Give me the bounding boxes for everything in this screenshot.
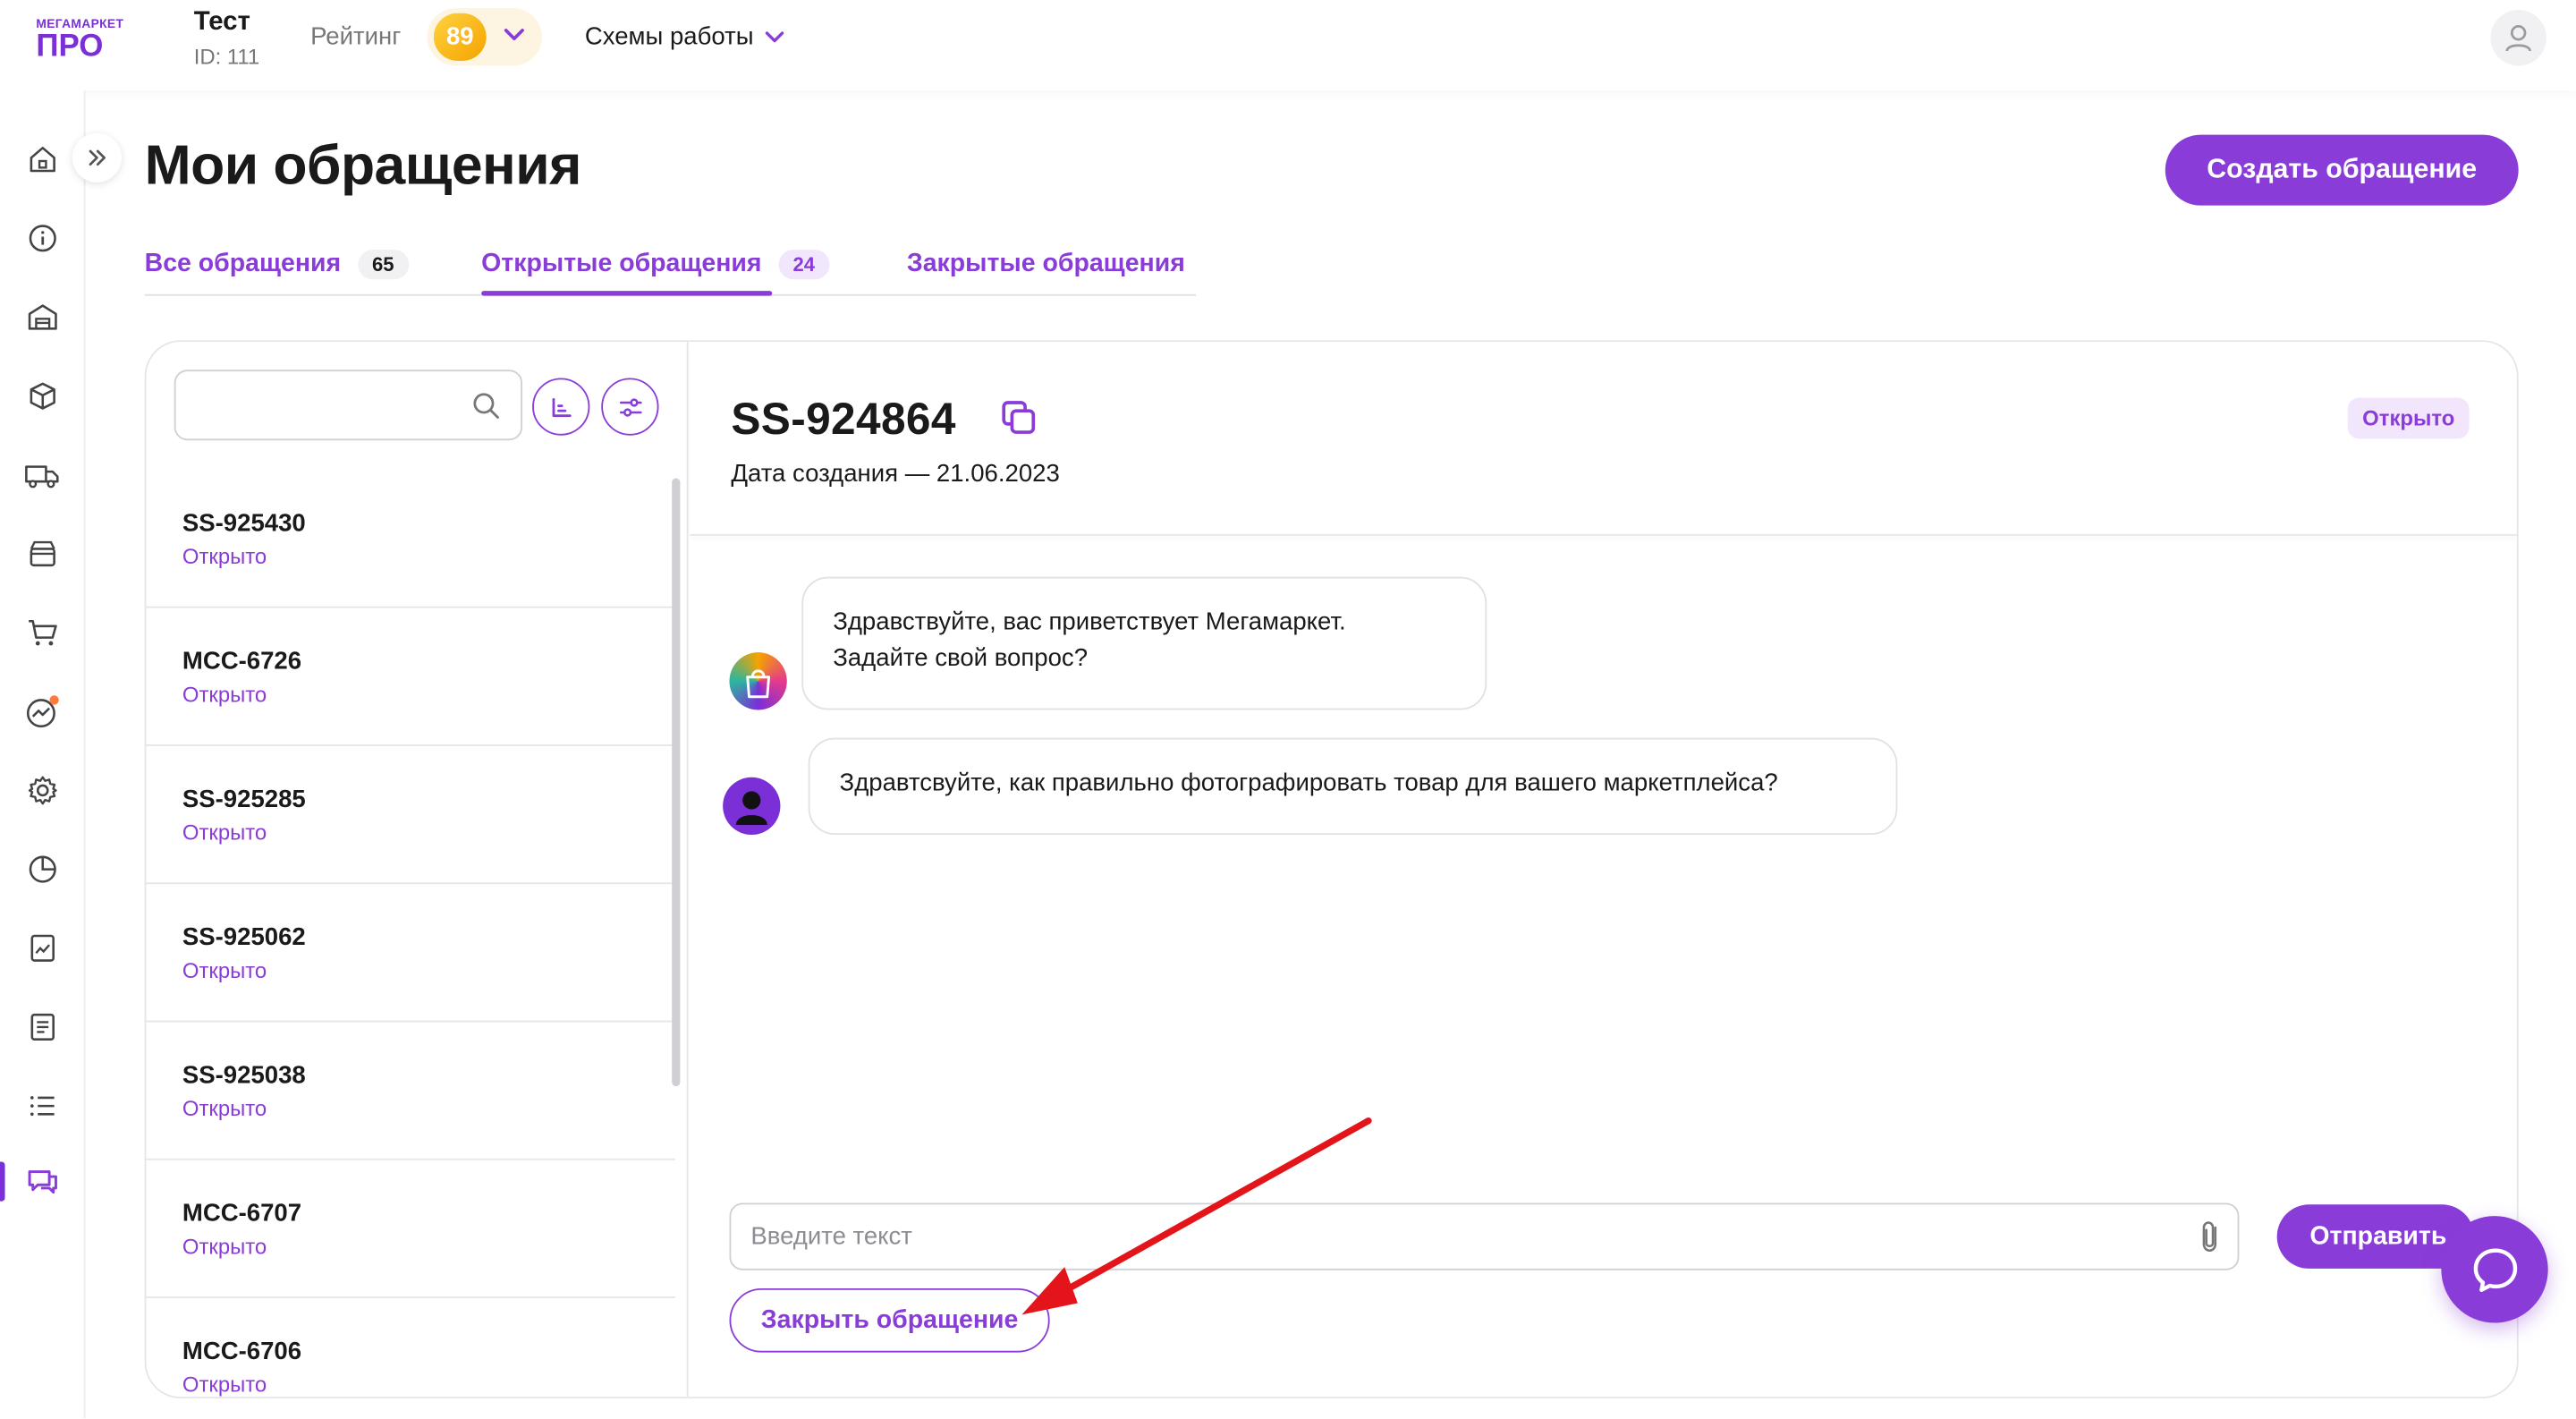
- ticket-id: MCC-6726: [182, 647, 302, 676]
- search-icon[interactable]: [471, 391, 501, 421]
- logo-big-text: ПРО: [36, 30, 104, 64]
- chevron-down-icon: [504, 29, 524, 40]
- sort-button[interactable]: [532, 378, 590, 436]
- user-avatar: [723, 777, 781, 836]
- search-box[interactable]: [174, 370, 523, 441]
- ticket-list-item[interactable]: MCC-6726 Открыто: [146, 608, 675, 746]
- chevron-down-icon: [765, 31, 784, 43]
- rating-dropdown[interactable]: 89: [427, 8, 543, 66]
- list-icon[interactable]: [23, 1086, 63, 1126]
- ticket-status: Открыто: [182, 543, 267, 569]
- tab-label: Все обращения: [144, 250, 342, 278]
- message-text: Здравтсвуйте, как правильно фотографиров…: [839, 769, 1778, 797]
- tab-open[interactable]: Открытые обращения 24: [481, 250, 830, 280]
- info-icon[interactable]: [23, 218, 63, 258]
- user-icon: [2505, 25, 2531, 52]
- sidebar-active-indicator: [0, 1161, 5, 1202]
- copy-icon[interactable]: [999, 397, 1038, 437]
- top-header: МЕГАМАРКЕТ ПРО Тест ID: 111 Рейтинг 89 С…: [0, 0, 2576, 91]
- user-id: ID: 111: [193, 44, 260, 70]
- ticket-id: SS-925038: [182, 1061, 306, 1090]
- rating-value: 89: [433, 13, 487, 61]
- support-avatar: [729, 652, 787, 710]
- ticket-status: Открыто: [182, 957, 267, 983]
- user-block[interactable]: Тест ID: 111: [194, 8, 259, 69]
- truck-icon[interactable]: [23, 455, 63, 495]
- tab-label: Открытые обращения: [481, 250, 762, 278]
- chat-icon[interactable]: [23, 1162, 63, 1202]
- document-icon[interactable]: [23, 1007, 63, 1047]
- page-title: Мои обращения: [144, 134, 582, 198]
- ticket-list: SS-925430 Открыто MCC-6726 Открыто SS-92…: [146, 470, 688, 1398]
- ticket-id: SS-925062: [182, 923, 306, 952]
- user-message-bubble: Здравтсвуйте, как правильно фотографиров…: [808, 737, 1898, 836]
- schemes-label: Схемы работы: [584, 22, 754, 51]
- ticket-id: MCC-6707: [182, 1199, 302, 1228]
- tab-closed[interactable]: Закрытые обращения: [907, 250, 1185, 279]
- ticket-status: Открыто: [182, 820, 267, 845]
- ticket-list-item[interactable]: MCC-6707 Открыто: [146, 1160, 675, 1298]
- filter-button[interactable]: [601, 378, 659, 436]
- ticket-id: MCC-6706: [182, 1338, 302, 1366]
- message-input[interactable]: [750, 1204, 2197, 1269]
- ticket-list-item[interactable]: SS-925038 Открыто: [146, 1022, 675, 1160]
- ticket-id: SS-925285: [182, 785, 306, 814]
- message-line: Здравствуйте, вас приветствует Мегамарке…: [833, 608, 1346, 636]
- profile-avatar-button[interactable]: [2490, 10, 2546, 66]
- tabs-bar: Все обращения 65 Открытые обращения 24 З…: [144, 230, 1197, 296]
- filter-sliders-icon: [619, 397, 641, 416]
- list-scrollbar[interactable]: [672, 478, 681, 1087]
- ticket-list-item[interactable]: SS-925430 Открыто: [146, 470, 675, 608]
- ticket-title: SS-924864: [731, 394, 956, 444]
- sort-icon: [551, 397, 571, 417]
- sidebar-expand-button[interactable]: [72, 132, 122, 183]
- settings-icon[interactable]: [23, 770, 63, 810]
- store-icon[interactable]: [23, 534, 63, 574]
- tab-count-badge: 65: [357, 250, 410, 280]
- message-input-box: [729, 1202, 2240, 1270]
- double-chevron-right-icon: [89, 149, 106, 166]
- chat-header: SS-924864 Дата создания — 21.06.2023 Отк…: [690, 342, 2517, 536]
- ticket-status: Открыто: [182, 1234, 267, 1259]
- ticket-list-item[interactable]: SS-925285 Открыто: [146, 746, 675, 885]
- active-tab-underline: [481, 291, 773, 296]
- status-badge: Открыто: [2347, 397, 2470, 439]
- megamarket-pro-logo[interactable]: МЕГАМАРКЕТ ПРО: [36, 16, 123, 62]
- report-icon[interactable]: [23, 929, 63, 968]
- close-ticket-button[interactable]: Закрыть обращение: [729, 1287, 1050, 1353]
- rating-label: Рейтинг: [310, 22, 402, 51]
- tab-label: Закрытые обращения: [906, 250, 1185, 278]
- ticket-id: SS-925430: [182, 509, 306, 538]
- paperclip-icon[interactable]: [2199, 1219, 2222, 1255]
- ticket-list-panel: SS-925430 Открыто MCC-6726 Открыто SS-92…: [146, 342, 689, 1398]
- create-ticket-button[interactable]: Создать обращение: [2165, 134, 2519, 206]
- home-icon[interactable]: [23, 140, 63, 179]
- tab-all[interactable]: Все обращения 65: [144, 250, 410, 280]
- shopping-bag-icon: [746, 669, 771, 699]
- left-sidebar: [0, 90, 86, 1419]
- message-line: Задайте свой вопрос?: [833, 643, 1089, 673]
- support-message-bubble: Здравствуйте, вас приветствует Мегамарке…: [801, 576, 1487, 710]
- analytics-icon[interactable]: [23, 692, 63, 731]
- schemes-dropdown[interactable]: Схемы работы: [585, 23, 785, 51]
- pie-chart-icon[interactable]: [23, 850, 63, 889]
- ticket-status: Открыто: [182, 1372, 267, 1398]
- created-date: Дата создания — 21.06.2023: [731, 460, 1060, 489]
- help-chat-button[interactable]: [2441, 1216, 2548, 1323]
- ticket-list-item[interactable]: MCC-6706 Открыто: [146, 1298, 674, 1398]
- ticket-status: Открыто: [182, 682, 267, 707]
- warehouse-icon[interactable]: [23, 297, 63, 336]
- tab-count-badge: 24: [777, 250, 830, 280]
- user-icon: [735, 791, 767, 826]
- ticket-list-item[interactable]: SS-925062 Открыто: [146, 884, 675, 1023]
- ticket-status: Открыто: [182, 1096, 267, 1121]
- cart-icon[interactable]: [23, 613, 63, 652]
- user-name: Тест: [193, 8, 250, 37]
- chat-bubble-icon: [2472, 1247, 2517, 1292]
- box-icon[interactable]: [23, 377, 63, 416]
